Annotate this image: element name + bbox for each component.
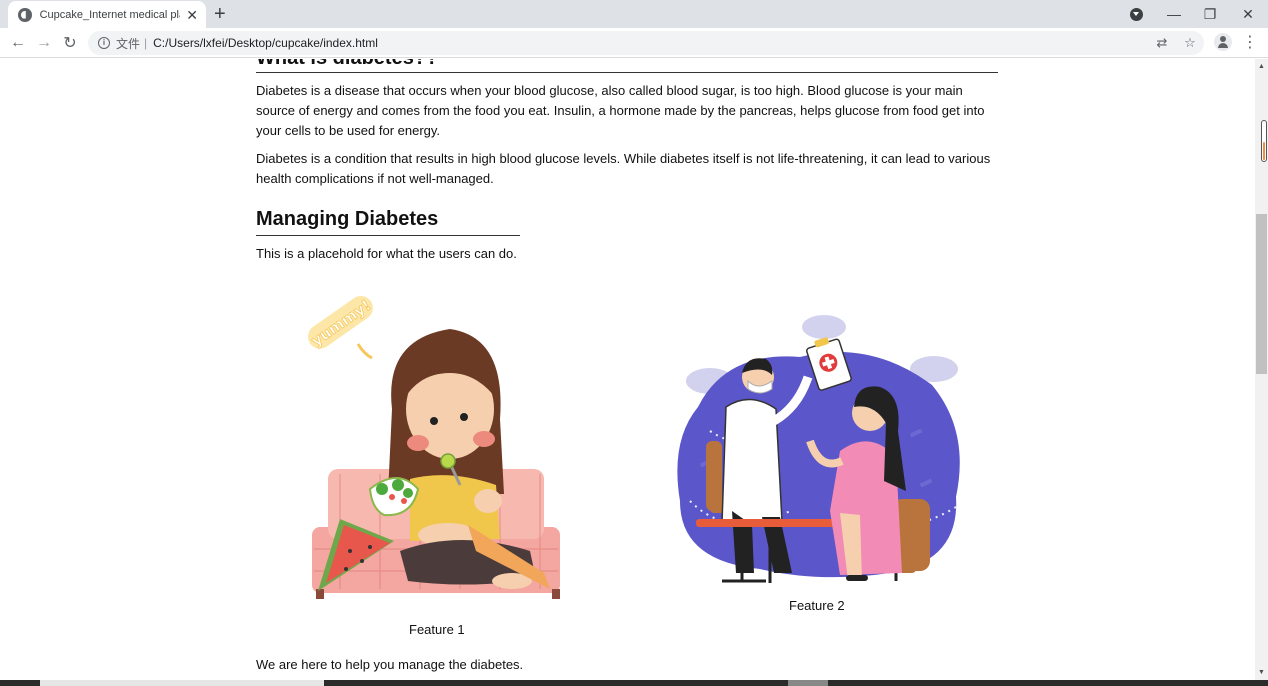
scrollbar-thumb[interactable]	[1256, 214, 1267, 374]
forward-button[interactable]: →	[34, 33, 54, 53]
restore-button[interactable]: ❐	[1190, 0, 1230, 28]
paragraph-placeholder: This is a placehold for what the users c…	[256, 246, 517, 261]
browser-toolbar: ← → ↻ i 文件 | C:/Users/lxfei/Desktop/cupc…	[0, 28, 1268, 58]
yummy-sticker: yummy!	[307, 296, 374, 351]
tab-strip: Cupcake_Internet medical platform ✕ + — …	[0, 0, 1268, 28]
tab-search-icon[interactable]	[1130, 8, 1143, 21]
back-button[interactable]: ←	[8, 33, 28, 53]
yummy-text: yummy!	[308, 296, 374, 350]
feature-1-caption: Feature 1	[409, 622, 465, 637]
new-tab-button[interactable]: +	[214, 4, 226, 24]
taskbar-item[interactable]	[40, 680, 324, 686]
reload-button[interactable]: ↻	[60, 33, 80, 53]
heading-underline	[256, 235, 520, 236]
extension-indicator-icon	[1261, 120, 1267, 162]
feature-2-illustration	[677, 315, 960, 583]
info-icon[interactable]: i	[98, 37, 110, 49]
tab-close-icon[interactable]: ✕	[186, 8, 198, 22]
translate-icon[interactable]: ⇄	[1152, 31, 1172, 55]
feature-2-caption: Feature 2	[789, 598, 845, 613]
address-separator: |	[144, 36, 148, 50]
os-taskbar	[0, 680, 1268, 686]
paragraph-help: We are here to help you manage the diabe…	[256, 657, 524, 672]
heading-underline	[256, 72, 998, 73]
address-bar[interactable]: i 文件 | C:/Users/lxfei/Desktop/cupcake/in…	[88, 31, 1204, 55]
tab-title: Cupcake_Internet medical platform	[39, 8, 181, 21]
page-viewport: What is diabetes?? Diabetes is a disease…	[0, 59, 1255, 680]
minimize-button[interactable]: —	[1154, 0, 1194, 28]
browser-tab[interactable]: Cupcake_Internet medical platform ✕	[8, 1, 206, 28]
paragraph-condition: Diabetes is a condition that results in …	[256, 151, 991, 186]
section-heading-what-is-diabetes: What is diabetes??	[256, 59, 438, 70]
section-heading-managing-diabetes: Managing Diabetes	[256, 208, 439, 230]
close-window-button[interactable]: ✕	[1228, 0, 1268, 28]
bookmark-star-icon[interactable]: ☆	[1180, 31, 1200, 55]
url-text[interactable]: C:/Users/lxfei/Desktop/cupcake/index.htm…	[153, 36, 378, 50]
scroll-down-icon[interactable]: ▼	[1255, 666, 1268, 679]
file-scheme-label: 文件	[116, 36, 141, 51]
globe-icon	[18, 7, 32, 22]
taskbar-item[interactable]	[788, 680, 828, 686]
feature-1-illustration: yummy!	[307, 296, 560, 599]
browser-menu-icon[interactable]: ⋮	[1242, 33, 1258, 53]
profile-avatar-icon[interactable]	[1214, 33, 1232, 51]
paragraph-definition: Diabetes is a disease that occurs when y…	[256, 83, 985, 138]
scroll-up-icon[interactable]: ▲	[1255, 60, 1268, 73]
